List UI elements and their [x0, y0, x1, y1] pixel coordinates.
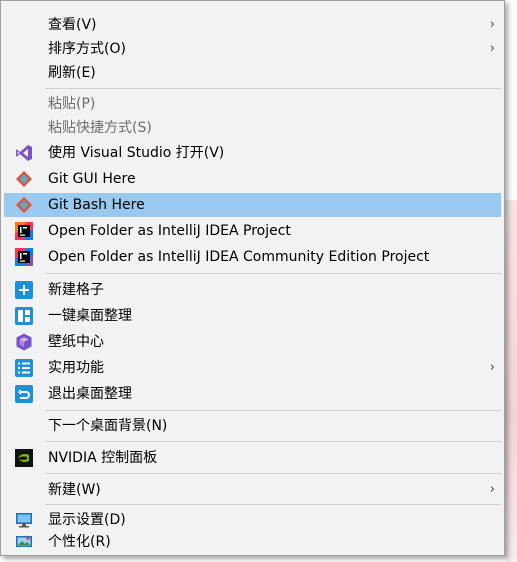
menu-item-one-click-organize[interactable]: 一键桌面整理: [4, 304, 501, 328]
submenu-arrow-icon: ›: [489, 482, 495, 497]
menu-item-open-folder-intellij-idea-label: Open Folder as IntelliJ IDEA Project: [48, 223, 291, 239]
submenu-arrow-icon: ›: [489, 360, 495, 375]
menu-separator: [45, 273, 501, 274]
display-settings-icon: [15, 511, 33, 529]
menu-item-display-settings-label: 显示设置(D): [48, 512, 126, 528]
menu-item-paste-shortcut-label: 粘贴快捷方式(S): [48, 120, 152, 136]
menu-separator: [45, 441, 501, 442]
menu-item-open-folder-intellij-idea-ce[interactable]: Open Folder as IntelliJ IDEA Community E…: [4, 245, 501, 269]
submenu-arrow-icon: ›: [489, 41, 495, 56]
menu-item-paste-shortcut: 粘贴快捷方式(S): [4, 116, 501, 140]
menu-item-view-label: 查看(V): [48, 17, 97, 33]
menu-item-one-click-organize-label: 一键桌面整理: [48, 308, 132, 324]
desktop-organize-icon: [15, 307, 33, 325]
menu-item-new[interactable]: 新建(W) ›: [4, 478, 501, 502]
menu-item-git-bash-here[interactable]: Git Bash Here: [4, 193, 501, 217]
menu-item-open-with-visual-studio-label: 使用 Visual Studio 打开(V): [48, 145, 225, 161]
menu-separator: [45, 504, 501, 505]
menu-item-sort-by[interactable]: 排序方式(O) ›: [4, 37, 501, 61]
menu-item-display-settings[interactable]: 显示设置(D): [4, 508, 501, 532]
menu-item-sort-by-label: 排序方式(O): [48, 41, 126, 57]
menu-separator: [45, 88, 501, 89]
menu-item-new-label: 新建(W): [48, 482, 101, 498]
submenu-arrow-icon: ›: [489, 17, 495, 32]
menu-item-next-desktop-background-label: 下一个桌面背景(N): [48, 418, 168, 434]
menu-item-paste-label: 粘贴(P): [48, 96, 96, 112]
menu-item-new-grid[interactable]: 新建格子: [4, 278, 501, 302]
git-bash-icon: [15, 196, 33, 214]
menu-item-utilities-label: 实用功能: [48, 360, 104, 376]
menu-separator: [45, 473, 501, 474]
menu-item-nvidia-control-panel-label: NVIDIA 控制面板: [48, 450, 158, 466]
new-grid-icon: [15, 281, 33, 299]
git-gui-icon: [15, 170, 33, 188]
menu-item-open-with-visual-studio[interactable]: 使用 Visual Studio 打开(V): [4, 141, 501, 165]
personalize-icon: [15, 533, 33, 551]
visual-studio-icon: [15, 144, 33, 162]
menu-item-personalize-label: 个性化(R): [48, 534, 111, 550]
menu-item-view[interactable]: 查看(V) ›: [4, 13, 501, 37]
menu-item-git-bash-here-label: Git Bash Here: [48, 197, 145, 213]
menu-item-open-folder-intellij-idea-ce-label: Open Folder as IntelliJ IDEA Community E…: [48, 249, 430, 265]
menu-item-personalize[interactable]: 个性化(R): [4, 530, 501, 554]
menu-item-exit-desktop-organize-label: 退出桌面整理: [48, 386, 132, 402]
menu-item-open-folder-intellij-idea[interactable]: Open Folder as IntelliJ IDEA Project: [4, 219, 501, 243]
menu-item-new-grid-label: 新建格子: [48, 282, 104, 298]
utilities-icon: [15, 359, 33, 377]
menu-item-next-desktop-background[interactable]: 下一个桌面背景(N): [4, 414, 501, 438]
menu-separator: [45, 410, 501, 411]
menu-item-wallpaper-center-label: 壁纸中心: [48, 334, 104, 350]
wallpaper-icon: [15, 333, 33, 351]
menu-item-nvidia-control-panel[interactable]: NVIDIA 控制面板: [4, 446, 501, 470]
nvidia-icon: [15, 449, 33, 467]
intellij-idea-ce-icon: [15, 248, 33, 266]
intellij-idea-icon: [15, 222, 33, 240]
menu-item-refresh[interactable]: 刷新(E): [4, 61, 501, 85]
menu-item-utilities[interactable]: 实用功能 ›: [4, 356, 501, 380]
menu-item-git-gui-here[interactable]: Git GUI Here: [4, 167, 501, 191]
menu-item-wallpaper-center[interactable]: 壁纸中心: [4, 330, 501, 354]
menu-item-exit-desktop-organize[interactable]: 退出桌面整理: [4, 382, 501, 406]
menu-item-refresh-label: 刷新(E): [48, 65, 96, 81]
desktop-context-menu: 查看(V) › 排序方式(O) › 刷新(E) 粘贴(P) 粘贴快捷方式(S) …: [0, 0, 505, 556]
menu-item-paste: 粘贴(P): [4, 92, 501, 116]
desktop-background-edge: [505, 200, 517, 562]
menu-item-git-gui-here-label: Git GUI Here: [48, 171, 136, 187]
exit-organize-icon: [15, 385, 33, 403]
